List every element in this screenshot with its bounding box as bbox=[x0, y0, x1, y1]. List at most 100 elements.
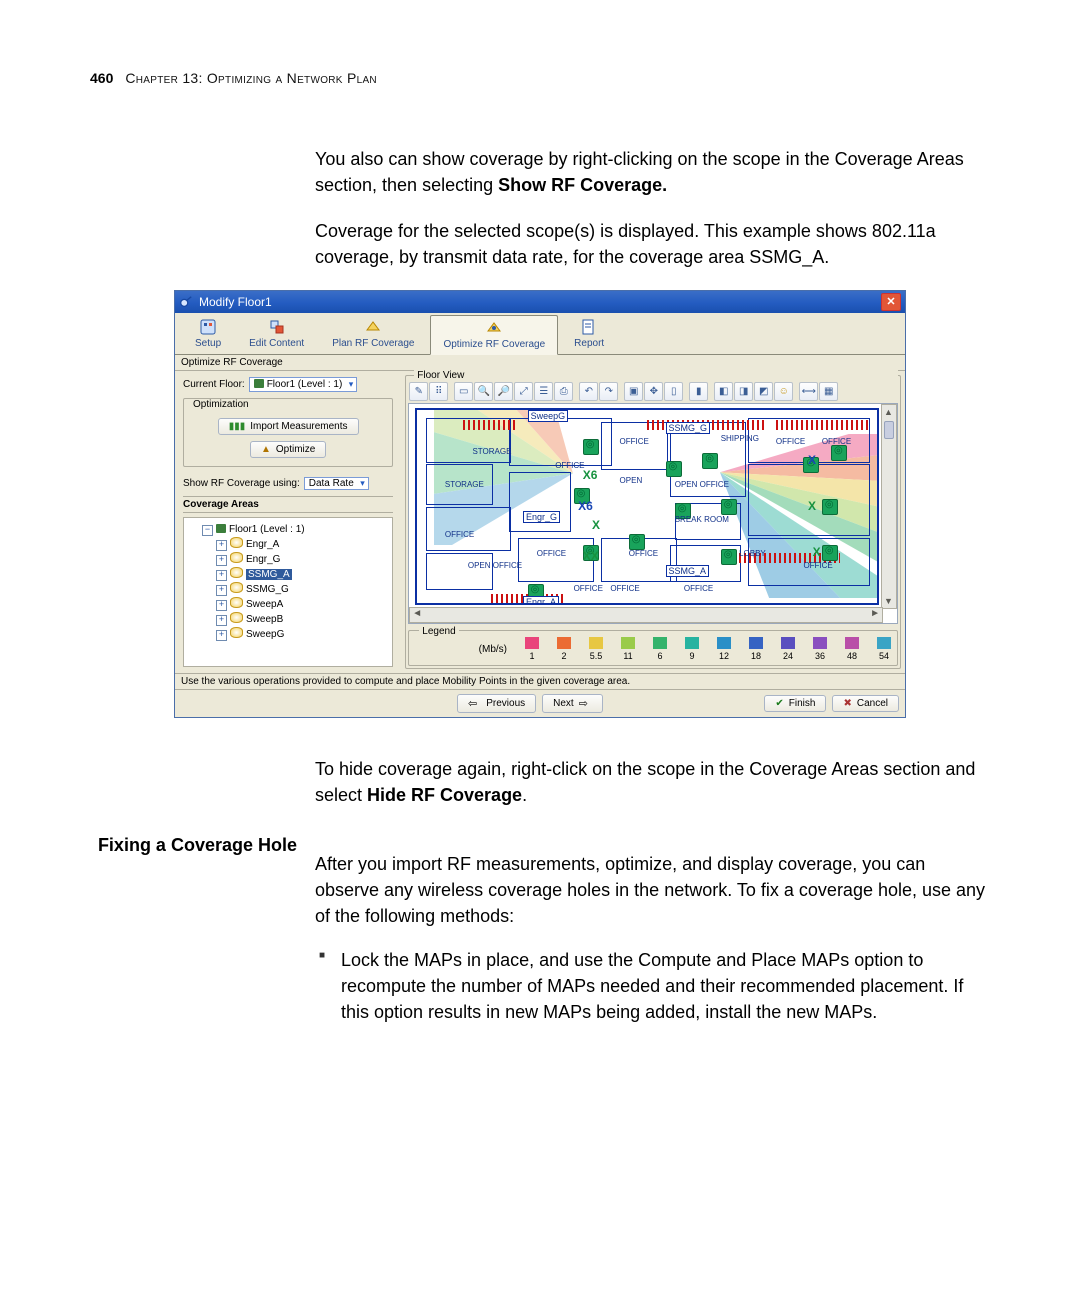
window-close-button[interactable]: ✕ bbox=[881, 293, 901, 311]
floor-icon bbox=[254, 379, 264, 388]
expand-icon[interactable]: + bbox=[216, 540, 227, 551]
zoom-in-icon[interactable]: 🔍 bbox=[474, 382, 493, 401]
legend-item: 24 bbox=[781, 637, 795, 661]
list-item: Lock the MAPs in place, and use the Comp… bbox=[315, 947, 990, 1025]
tree-item[interactable]: +Engr_G bbox=[216, 552, 388, 567]
ap-lock-icon[interactable]: ◨ bbox=[734, 382, 753, 401]
zoom-reset-icon[interactable]: ⤢ bbox=[514, 382, 533, 401]
running-header: 460 Chapter 13: Optimizing a Network Pla… bbox=[90, 70, 990, 86]
tag-ssmg-a: SSMG_A bbox=[666, 565, 710, 577]
person-icon[interactable]: ☺ bbox=[774, 382, 793, 401]
optimization-group-label: Optimization bbox=[190, 399, 252, 410]
tree-item[interactable]: +SweepA bbox=[216, 597, 388, 612]
grid-icon[interactable]: ⠿ bbox=[429, 382, 448, 401]
legend-swatch bbox=[813, 637, 827, 649]
fit-icon[interactable]: ▭ bbox=[454, 382, 473, 401]
cancel-button[interactable]: ✖Cancel bbox=[832, 695, 899, 712]
legend-item: 54 bbox=[877, 637, 891, 661]
area-icon bbox=[230, 537, 243, 548]
page-number: 460 bbox=[90, 70, 113, 86]
layers-icon[interactable]: ☰ bbox=[534, 382, 553, 401]
legend-swatch bbox=[557, 637, 571, 649]
area-icon bbox=[230, 627, 243, 638]
zoom-out-icon[interactable]: 🔎 bbox=[494, 382, 513, 401]
tag-sweepg: SweepG bbox=[528, 410, 569, 422]
signal-icon[interactable]: ▮ bbox=[689, 382, 708, 401]
tree-item[interactable]: +SSMG_G bbox=[216, 582, 388, 597]
toggle-icon[interactable]: ▯ bbox=[664, 382, 683, 401]
window-app-icon bbox=[179, 295, 193, 309]
legend-swatch bbox=[685, 637, 699, 649]
title-bar[interactable]: Modify Floor1 ✕ bbox=[175, 291, 905, 313]
legend-swatch bbox=[717, 637, 731, 649]
legend-swatch bbox=[589, 637, 603, 649]
current-floor-dropdown[interactable]: Floor1 (Level : 1) bbox=[249, 377, 358, 392]
expand-icon[interactable]: + bbox=[216, 630, 227, 641]
horizontal-scrollbar[interactable] bbox=[409, 607, 883, 623]
select-icon[interactable]: ▣ bbox=[624, 382, 643, 401]
grid-snap-icon[interactable]: ▦ bbox=[819, 382, 838, 401]
tag-engr-g: Engr_G bbox=[523, 511, 560, 523]
legend-swatch bbox=[845, 637, 859, 649]
legend-title: Legend bbox=[419, 626, 458, 637]
previous-button[interactable]: ⇦Previous bbox=[457, 694, 536, 713]
import-measurements-button[interactable]: ▮▮▮Import Measurements bbox=[218, 418, 359, 435]
legend-item: 12 bbox=[717, 637, 731, 661]
sweep-track bbox=[776, 420, 868, 430]
expand-icon[interactable]: + bbox=[216, 570, 227, 581]
ap-add-icon[interactable]: ◧ bbox=[714, 382, 733, 401]
redo-icon[interactable]: ↷ bbox=[599, 382, 618, 401]
area-icon bbox=[230, 582, 243, 593]
legend-swatch bbox=[877, 637, 891, 649]
next-button[interactable]: Next⇨ bbox=[542, 694, 603, 713]
legend-item: 6 bbox=[653, 637, 667, 661]
move-icon[interactable]: ✥ bbox=[644, 382, 663, 401]
close-icon: ✕ bbox=[886, 297, 895, 308]
tag-engr-a: Engr_A bbox=[523, 596, 559, 606]
finish-button[interactable]: ✔Finish bbox=[764, 695, 826, 712]
legend-item: 48 bbox=[845, 637, 859, 661]
section-title: Optimize RF Coverage bbox=[175, 355, 905, 371]
optimize-button[interactable]: ▲Optimize bbox=[250, 441, 326, 458]
current-floor-label: Current Floor: bbox=[183, 379, 245, 390]
tab-setup[interactable]: Setup bbox=[183, 315, 233, 353]
pointer-tool-icon[interactable]: ✎ bbox=[409, 382, 428, 401]
ap-del-icon[interactable]: ◩ bbox=[754, 382, 773, 401]
area-icon bbox=[230, 552, 243, 563]
expand-icon[interactable]: + bbox=[216, 615, 227, 626]
floor-plan-canvas[interactable]: X6 X6 X X XX X X SweepG SSMG_G Engr_G SS… bbox=[408, 403, 898, 624]
legend-swatch bbox=[621, 637, 635, 649]
print-icon[interactable]: ⎙ bbox=[554, 382, 573, 401]
show-coverage-dropdown[interactable]: Data Rate bbox=[304, 477, 369, 490]
expand-icon[interactable]: − bbox=[202, 525, 213, 536]
hide-para: To hide coverage again, right-click on t… bbox=[315, 756, 990, 808]
coverage-area-tree[interactable]: −Floor1 (Level : 1) +Engr_A+Engr_G+SSMG_… bbox=[188, 522, 388, 642]
show-coverage-label: Show RF Coverage using: bbox=[183, 478, 300, 489]
tab-edit-content[interactable]: Edit Content bbox=[237, 315, 316, 353]
legend-item: 1 bbox=[525, 637, 539, 661]
tree-item[interactable]: +SweepG bbox=[216, 627, 388, 642]
sweep-track bbox=[463, 420, 518, 430]
tree-item[interactable]: +SSMG_A bbox=[216, 567, 388, 582]
tab-optimize-rf[interactable]: Optimize RF Coverage bbox=[430, 315, 558, 355]
expand-icon[interactable]: + bbox=[216, 585, 227, 596]
window-title: Modify Floor1 bbox=[199, 295, 875, 309]
bars-icon: ▮▮▮ bbox=[229, 421, 246, 432]
legend-item: 5.5 bbox=[589, 637, 603, 661]
floor-view-label: Floor View bbox=[414, 370, 898, 381]
measure-icon[interactable]: ⟷ bbox=[799, 382, 818, 401]
vertical-scrollbar[interactable] bbox=[881, 404, 897, 609]
section-heading: Fixing a Coverage Hole bbox=[90, 833, 297, 1036]
tree-item[interactable]: +SweepB bbox=[216, 612, 388, 627]
tab-report[interactable]: Report bbox=[562, 315, 616, 353]
expand-icon[interactable]: + bbox=[216, 555, 227, 566]
tree-item[interactable]: +Engr_A bbox=[216, 537, 388, 552]
intro-para-2: Coverage for the selected scope(s) is di… bbox=[315, 218, 990, 270]
tab-plan-rf[interactable]: Plan RF Coverage bbox=[320, 315, 426, 353]
edit-icon bbox=[268, 318, 286, 336]
legend-swatch bbox=[525, 637, 539, 649]
intro-para-1: You also can show coverage by right-clic… bbox=[315, 146, 990, 198]
expand-icon[interactable]: + bbox=[216, 600, 227, 611]
undo-icon[interactable]: ↶ bbox=[579, 382, 598, 401]
chapter-title: Chapter 13: Optimizing a Network Plan bbox=[125, 70, 377, 86]
